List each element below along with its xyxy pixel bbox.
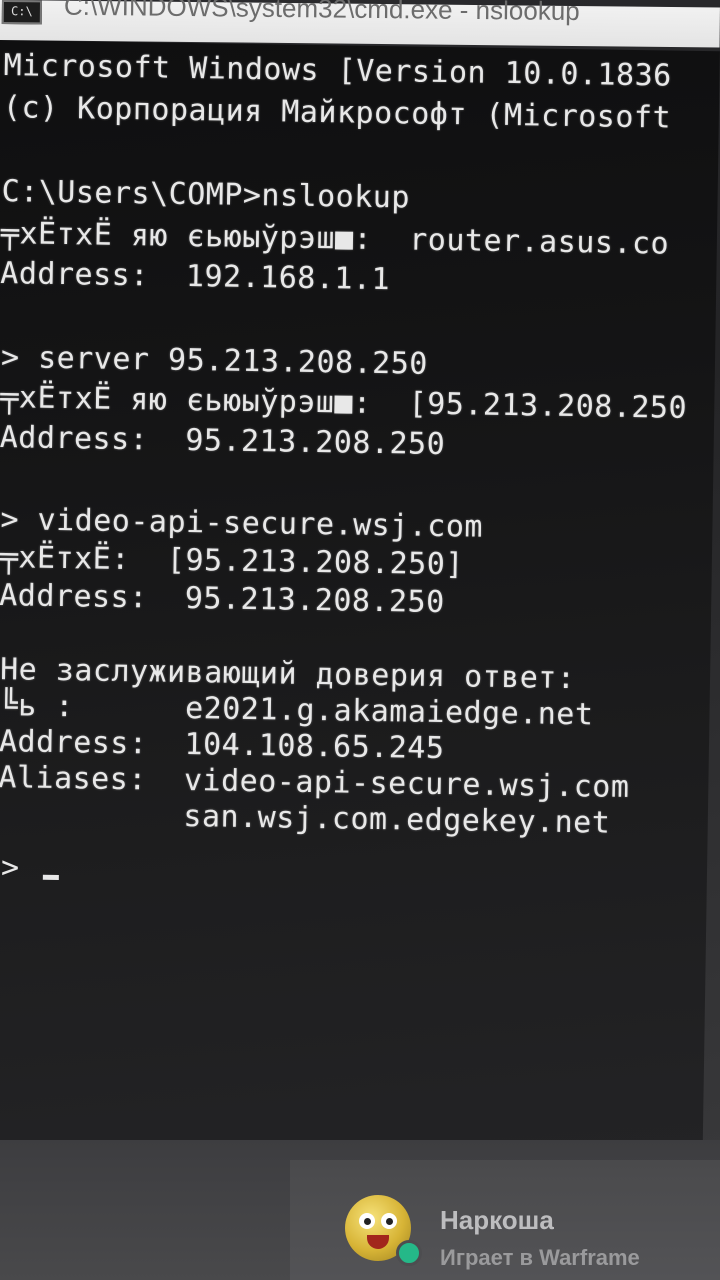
console-prompt[interactable]: > [1, 850, 60, 886]
friend-name: Наркоша [440, 1205, 554, 1235]
window-title: C:\WINDOWS\system32\cmd.exe - nslookup [63, 0, 580, 27]
console-line: Address: 95.213.208.250 [0, 420, 446, 463]
console-output-area[interactable]: Microsoft Windows [Version 10.0.1836 (c)… [0, 40, 720, 1152]
console-line: ╤хЁтхЁ яю єьюыўрэш■: [95.213.208.250 [0, 380, 688, 426]
console-line: ╤хЁтхЁ: [95.213.208.250] [0, 540, 465, 583]
console-line: Address: 95.213.208.250 [0, 578, 445, 621]
friend-status: Играет в Warframe [440, 1245, 640, 1270]
console-line: > video-api-secure.wsj.com [0, 502, 484, 545]
window-titlebar[interactable]: C:\ C:\WINDOWS\system32\cmd.exe - nslook… [0, 0, 720, 48]
online-status-dot [396, 1240, 422, 1266]
prompt-text: > [0, 850, 38, 886]
console-line: Address: 104.108.65.245 [0, 724, 445, 767]
avatar-eye-right [381, 1213, 397, 1229]
console-line: Microsoft Windows [Version 10.0.1836 [3, 48, 673, 94]
photo-frame: c a ик dy й n Microsoft Windows [Version… [0, 0, 720, 1280]
cmd-icon: C:\ [1, 0, 42, 25]
text-cursor [42, 874, 60, 881]
avatar-mouth [367, 1235, 389, 1249]
console-line: > server 95.213.208.250 [0, 340, 429, 382]
console-line: C:\Users\COMP>nslookup [1, 174, 411, 216]
console-line: ╤хЁтхЁ яю єьюыўрэш■: router.asus.co [0, 216, 670, 262]
console-line: (c) Корпорация Майкрософт (Microsoft [2, 90, 672, 136]
avatar-eye-left [359, 1213, 375, 1229]
console-line: Address: 192.168.1.1 [0, 256, 391, 298]
